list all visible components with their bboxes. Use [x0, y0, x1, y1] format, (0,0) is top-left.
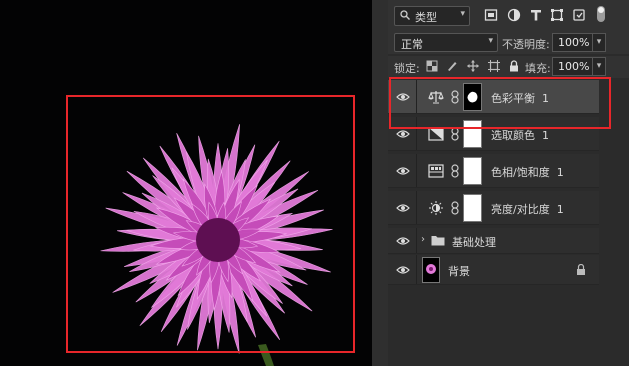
fill-dropdown-button[interactable]: ▾ — [592, 57, 606, 76]
row-divider — [416, 154, 417, 187]
adjustment-filter-icon[interactable] — [507, 8, 521, 22]
layer-name: 背景 — [448, 265, 470, 278]
hue-saturation-icon — [428, 164, 444, 178]
search-icon — [400, 10, 410, 20]
chain-link-icon[interactable] — [451, 164, 459, 178]
filter-bar: 类型 ▾ — [388, 0, 629, 32]
layer-thumbnail — [422, 257, 440, 283]
kind-filter-select[interactable]: 类型 ▾ — [394, 6, 470, 26]
layer-row-brightness-contrast[interactable]: 亮度/对比度 1 — [388, 191, 599, 225]
lock-icon — [577, 264, 585, 275]
chain-link-icon[interactable] — [451, 127, 459, 141]
visibility-eye-icon[interactable] — [396, 129, 410, 139]
filter-toggle[interactable] — [597, 6, 605, 22]
opacity-dropdown-button[interactable]: ▾ — [592, 33, 606, 52]
kind-filter-label: 类型 — [415, 11, 437, 24]
layer-name: 色相/饱和度 1 — [491, 166, 564, 179]
row-divider — [416, 191, 417, 224]
selective-color-icon — [428, 127, 444, 141]
visibility-eye-icon[interactable] — [396, 236, 410, 246]
pixel-filter-icon[interactable] — [484, 8, 498, 22]
fill-input[interactable]: 100% — [552, 57, 593, 76]
chevron-down-icon: ▾ — [488, 36, 493, 46]
lock-label: 锁定: — [394, 62, 420, 75]
selection-annotation-box — [66, 95, 355, 353]
folder-icon — [431, 236, 445, 246]
visibility-eye-icon[interactable] — [396, 166, 410, 176]
lock-position-icon[interactable] — [467, 60, 479, 72]
lock-artboard-icon[interactable] — [488, 60, 500, 72]
layers-panel: 类型 ▾ 正常 ▾ 不透明度: 100% ▾ 锁定: 填充: 100% ▾ 色彩… — [388, 0, 629, 366]
chevron-down-icon: ▾ — [460, 9, 465, 19]
brightness-contrast-icon — [429, 201, 443, 215]
chevron-right-icon[interactable]: › — [421, 234, 425, 245]
layer-row-background[interactable]: 背景 — [388, 255, 599, 285]
opacity-label: 不透明度: — [502, 38, 550, 51]
lock-transparent-pixels-icon[interactable] — [426, 60, 438, 72]
layer-mask-thumbnail[interactable] — [463, 157, 482, 185]
opacity-input[interactable]: 100% — [552, 33, 593, 52]
smart-object-filter-icon[interactable] — [572, 8, 586, 22]
layer-annotation-box — [389, 77, 611, 129]
layer-row-group[interactable]: › 基础处理 — [388, 228, 599, 254]
lock-image-pixels-icon[interactable] — [446, 60, 458, 72]
layer-mask-thumbnail[interactable] — [463, 194, 482, 222]
fill-label: 填充: — [525, 62, 551, 75]
row-divider — [416, 228, 417, 253]
layer-name: 亮度/对比度 1 — [491, 203, 564, 216]
blend-mode-select[interactable]: 正常 ▾ — [394, 33, 498, 52]
lock-row: 锁定: 填充: 100% ▾ — [388, 56, 629, 78]
blend-row: 正常 ▾ 不透明度: 100% ▾ — [388, 32, 629, 54]
visibility-eye-icon[interactable] — [396, 203, 410, 213]
blend-mode-label: 正常 — [401, 38, 423, 51]
document-canvas[interactable] — [0, 0, 372, 366]
layer-name: 选取颜色 1 — [491, 129, 549, 142]
visibility-eye-icon[interactable] — [396, 265, 410, 275]
chain-link-icon[interactable] — [451, 201, 459, 215]
row-divider — [416, 255, 417, 284]
canvas-scroll-gutter — [372, 0, 388, 366]
type-filter-icon[interactable] — [529, 8, 543, 22]
layer-row-hue-saturation[interactable]: 色相/饱和度 1 — [388, 154, 599, 188]
lock-all-icon[interactable] — [508, 60, 520, 72]
layer-name: 基础处理 — [452, 236, 496, 249]
shape-filter-icon[interactable] — [550, 8, 564, 22]
